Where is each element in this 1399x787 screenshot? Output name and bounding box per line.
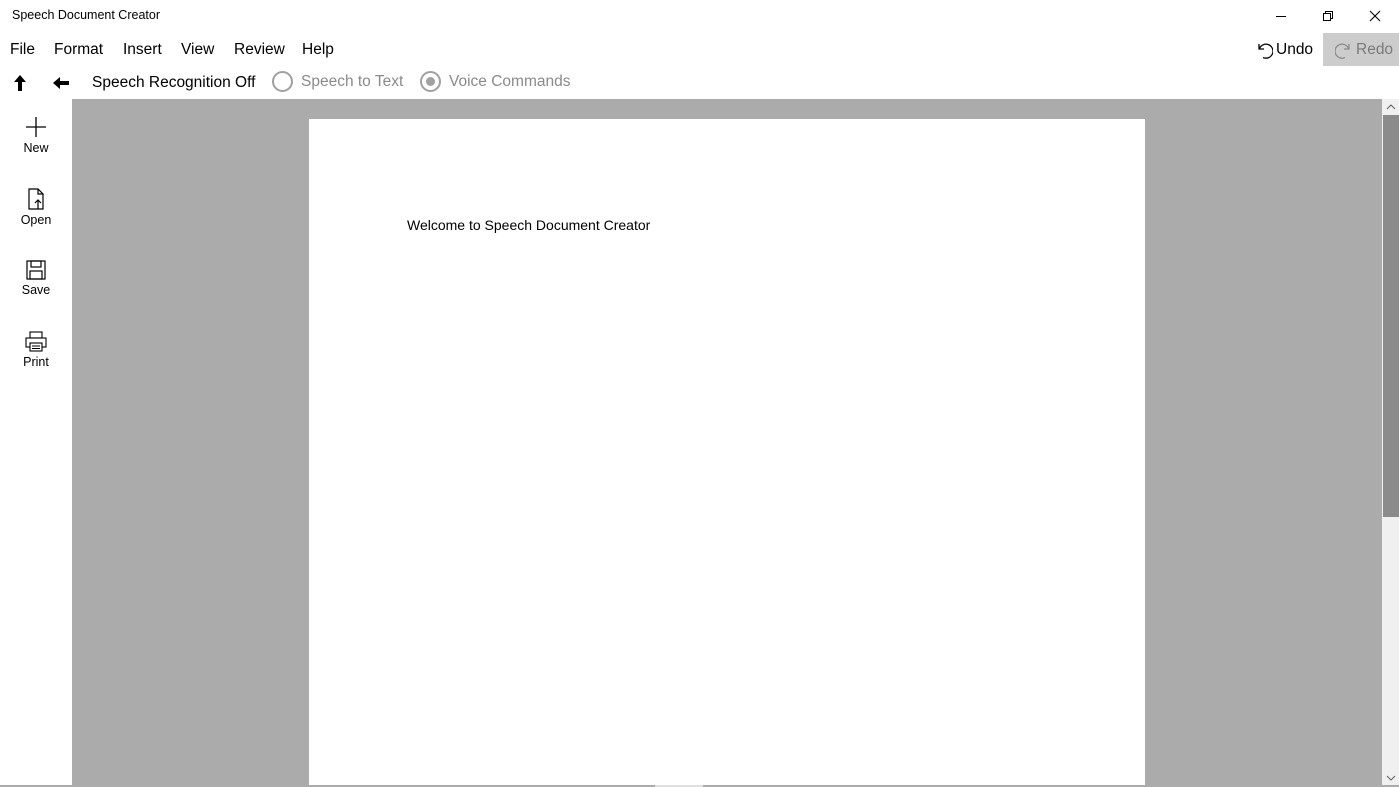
vertical-scrollbar[interactable]	[1382, 99, 1399, 785]
menu-file[interactable]: File	[10, 41, 35, 59]
minimize-icon	[1276, 16, 1286, 17]
undo-button[interactable]: Undo	[1248, 33, 1320, 66]
plus-icon	[26, 117, 46, 137]
floppy-disk-icon	[26, 260, 46, 280]
redo-button[interactable]: Redo	[1323, 33, 1399, 66]
vertical-scroll-thumb[interactable]	[1383, 115, 1399, 517]
restore-button[interactable]	[1305, 0, 1351, 32]
arrow-up-icon	[14, 75, 26, 91]
chevron-down-icon	[1386, 775, 1395, 781]
open-file-icon	[28, 188, 44, 210]
undo-label: Undo	[1276, 40, 1314, 58]
menu-insert[interactable]: Insert	[123, 41, 162, 59]
close-button[interactable]	[1352, 0, 1398, 32]
title-bar: Speech Document Creator	[0, 0, 1399, 33]
save-button[interactable]: Save	[0, 251, 72, 313]
menu-review[interactable]: Review	[234, 41, 285, 59]
redo-label: Redo	[1356, 40, 1394, 58]
new-button[interactable]: New	[0, 107, 72, 169]
save-label: Save	[21, 283, 51, 297]
document-workspace: Welcome to Speech Document Creator	[72, 99, 1382, 785]
new-label: New	[23, 141, 49, 155]
menu-bar: File Format Insert View Review Help	[0, 33, 1399, 66]
close-icon	[1369, 10, 1381, 22]
minimize-button[interactable]	[1258, 0, 1304, 32]
radio-voice-commands-label: Voice Commands	[449, 72, 571, 90]
speech-recognition-status[interactable]: Speech Recognition Off	[92, 74, 255, 92]
scroll-down-button[interactable]	[1382, 770, 1399, 785]
undo-icon	[1258, 43, 1273, 59]
printer-icon	[25, 331, 47, 352]
app-title: Speech Document Creator	[12, 8, 160, 22]
menu-format[interactable]: Format	[54, 41, 103, 59]
radio-circle-icon	[272, 71, 293, 92]
radio-selected-icon	[420, 71, 441, 92]
chevron-up-icon	[1386, 103, 1395, 109]
print-button[interactable]: Print	[0, 323, 72, 385]
document-page[interactable]: Welcome to Speech Document Creator	[309, 119, 1145, 785]
print-label: Print	[23, 355, 49, 369]
menu-view[interactable]: View	[181, 41, 214, 59]
toolbar: Speech Recognition Off Speech to Text Vo…	[0, 66, 1399, 99]
up-button[interactable]	[9, 72, 31, 94]
sidebar: New Open Save Print	[0, 99, 72, 787]
back-button[interactable]	[50, 72, 72, 94]
arrow-left-icon	[53, 77, 69, 89]
scroll-up-button[interactable]	[1382, 99, 1399, 114]
menu-help[interactable]: Help	[302, 41, 334, 59]
document-text[interactable]: Welcome to Speech Document Creator	[407, 217, 650, 233]
restore-icon	[1323, 11, 1333, 21]
open-button[interactable]: Open	[0, 179, 72, 241]
open-label: Open	[20, 213, 52, 227]
redo-icon	[1335, 43, 1350, 59]
radio-voice-commands[interactable]: Voice Commands	[420, 71, 570, 92]
radio-speech-to-text-label: Speech to Text	[301, 72, 404, 90]
radio-speech-to-text[interactable]: Speech to Text	[272, 71, 403, 92]
